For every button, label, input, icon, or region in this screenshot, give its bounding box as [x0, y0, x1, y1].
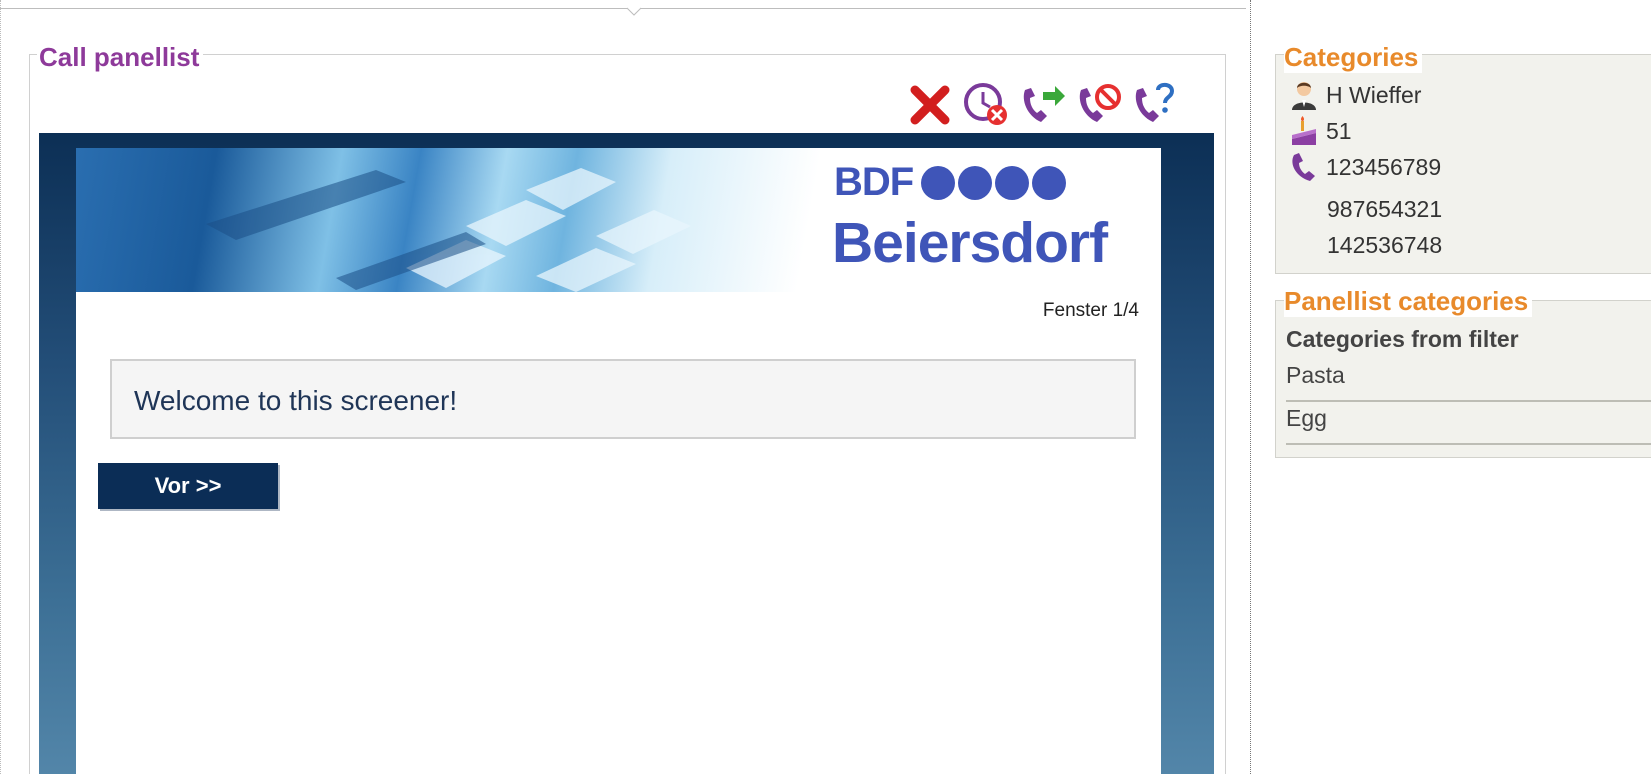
categories-title: Categories [1284, 42, 1423, 73]
panellist-age: 51 [1326, 117, 1352, 144]
phone-number-3: 142536748 [1327, 232, 1443, 258]
phone-help-icon[interactable] [1129, 80, 1179, 128]
clock-cancel-icon[interactable] [961, 80, 1011, 128]
brand-name: Beiersdorf [832, 211, 1108, 275]
category-separator [1286, 400, 1651, 402]
close-icon[interactable] [905, 80, 955, 128]
call-panellist-title: Call panellist [37, 42, 204, 73]
next-button[interactable]: Vor >> [98, 463, 278, 509]
phone-icon [1292, 153, 1315, 181]
welcome-text: Welcome to this screener! [134, 385, 458, 416]
panellist-name: H Wieffer [1326, 81, 1422, 108]
panellist-categories-title: Panellist categories [1284, 286, 1533, 317]
bdf-logo-text: BDF [834, 160, 914, 204]
panel-divider [1250, 0, 1251, 774]
bdf-logo-dots [921, 165, 1067, 200]
notch-indicator [627, 7, 641, 16]
screener-page: BDF Beiersdorf Fenster 1/4 Welcome to th… [76, 148, 1161, 774]
screener-banner: BDF Beiersdorf [76, 148, 1161, 292]
person-icon [1292, 82, 1316, 110]
category-separator [1286, 443, 1651, 445]
phone-block-icon[interactable] [1073, 80, 1123, 128]
left-border [0, 0, 1, 774]
phone-number-1: 123456789 [1326, 153, 1442, 180]
category-item-pasta: Pasta [1286, 362, 1345, 388]
call-action-toolbar [905, 80, 1179, 128]
phone-number-2: 987654321 [1327, 196, 1443, 222]
top-rule [0, 8, 1246, 9]
birthday-cake-icon [1292, 116, 1316, 145]
panellist-name-row: H Wieffer [1288, 78, 1421, 112]
category-item-egg: Egg [1286, 405, 1327, 431]
panellist-age-row: 51 [1288, 114, 1352, 148]
categories-from-filter-label: Categories from filter [1286, 326, 1519, 352]
page-indicator: Fenster 1/4 [1042, 300, 1139, 321]
panellist-phone-row: 123456789 [1288, 150, 1441, 184]
welcome-box: Welcome to this screener! [110, 359, 1136, 439]
phone-forward-icon[interactable] [1017, 80, 1067, 128]
bdf-logo: BDF [834, 160, 1067, 205]
keyboard-keys-graphic [206, 168, 691, 292]
